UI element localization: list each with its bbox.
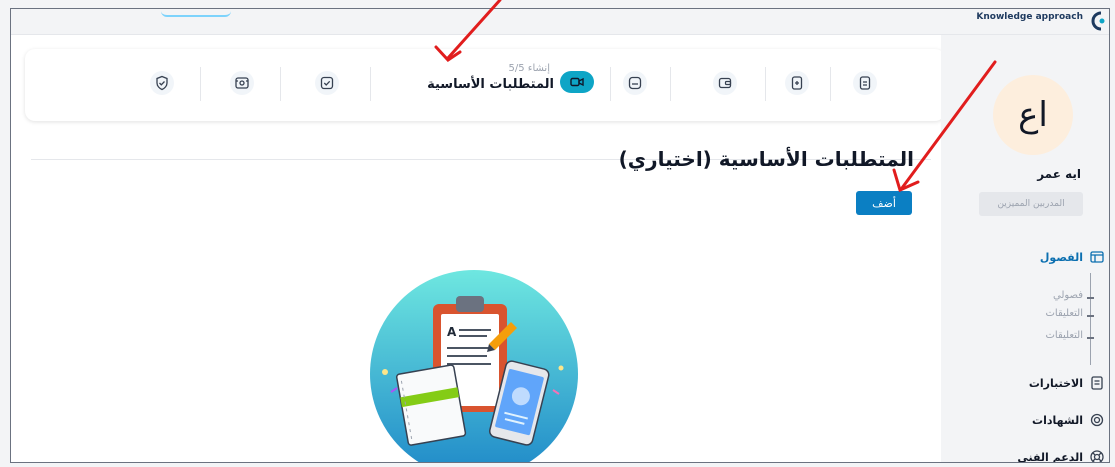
user-name: ايه عمر: [1037, 167, 1081, 181]
clipboard-notebook-phone-illustration: A: [370, 270, 578, 462]
sidebar-subitem-comments[interactable]: التعليقات: [1045, 308, 1083, 319]
step-separator: [370, 67, 371, 101]
top-tab-indicator: [161, 11, 231, 17]
sidebar-item-sections[interactable]: الفصول: [1040, 249, 1105, 265]
step-separator: [830, 67, 831, 101]
add-button[interactable]: أضف: [856, 191, 912, 215]
app-window: Knowledge approach إنشاء 5/5 المتطلبات ا…: [10, 8, 1110, 463]
active-step[interactable]: إنشاء 5/5 المتطلبات الأساسية: [400, 61, 600, 105]
subnav-dot: [1087, 337, 1094, 339]
subnav-line: [1090, 273, 1091, 365]
subnav-dot: [1087, 297, 1094, 299]
sidebar-item-label: الاختبارات: [1028, 376, 1083, 390]
sidebar: اع ايه عمر المدربين المميزين الفصول فصول…: [941, 35, 1109, 463]
sidebar-item-label: الفصول: [1039, 250, 1083, 264]
file-plus-icon[interactable]: [785, 71, 809, 95]
sidebar-subitem-comments-2[interactable]: التعليقات: [1045, 330, 1083, 341]
subnav-dot: [1087, 315, 1094, 317]
wallet-icon[interactable]: [713, 71, 737, 95]
sections-icon: [1090, 251, 1104, 263]
video-icon: [560, 71, 594, 93]
sidebar-item-certificates[interactable]: الشهادات: [1032, 412, 1105, 428]
step-separator: [670, 67, 671, 101]
sidebar-item-label: الشهادات: [1032, 413, 1083, 427]
active-step-subtitle: إنشاء 5/5: [508, 63, 550, 74]
sidebar-item-label: الدعم الفني: [1017, 450, 1083, 463]
step-separator: [610, 67, 611, 101]
role-badge: المدربين المميزين: [979, 192, 1083, 216]
logo-icon: [1091, 11, 1105, 31]
page-title: المتطلبات الأساسية (اختياري): [618, 147, 914, 171]
certificate-icon: [1090, 413, 1104, 427]
checkbox-icon[interactable]: [315, 71, 339, 95]
avatar[interactable]: اع: [993, 75, 1073, 155]
lifebuoy-icon: [1090, 450, 1104, 462]
active-step-title: المتطلبات الأساسية: [427, 77, 554, 92]
screen-capture-icon[interactable]: [230, 71, 254, 95]
svg-text:A: A: [447, 325, 457, 339]
document-icon[interactable]: [853, 71, 877, 95]
step-separator: [765, 67, 766, 101]
sidebar-item-quizzes[interactable]: الاختبارات: [1029, 375, 1105, 391]
step-separator: [280, 67, 281, 101]
sidebar-item-support[interactable]: الدعم الفني: [1017, 449, 1105, 463]
shield-check-icon[interactable]: [150, 71, 174, 95]
top-bar: Knowledge approach: [11, 9, 1109, 35]
sidebar-subitem-my-sections[interactable]: فصولي: [1053, 290, 1083, 301]
quiz-icon: [1091, 376, 1103, 390]
step-separator: [200, 67, 201, 101]
course-steps-bar: إنشاء 5/5 المتطلبات الأساسية: [25, 49, 945, 121]
folder-icon[interactable]: [623, 71, 647, 95]
logo-text: Knowledge approach: [976, 12, 1083, 22]
